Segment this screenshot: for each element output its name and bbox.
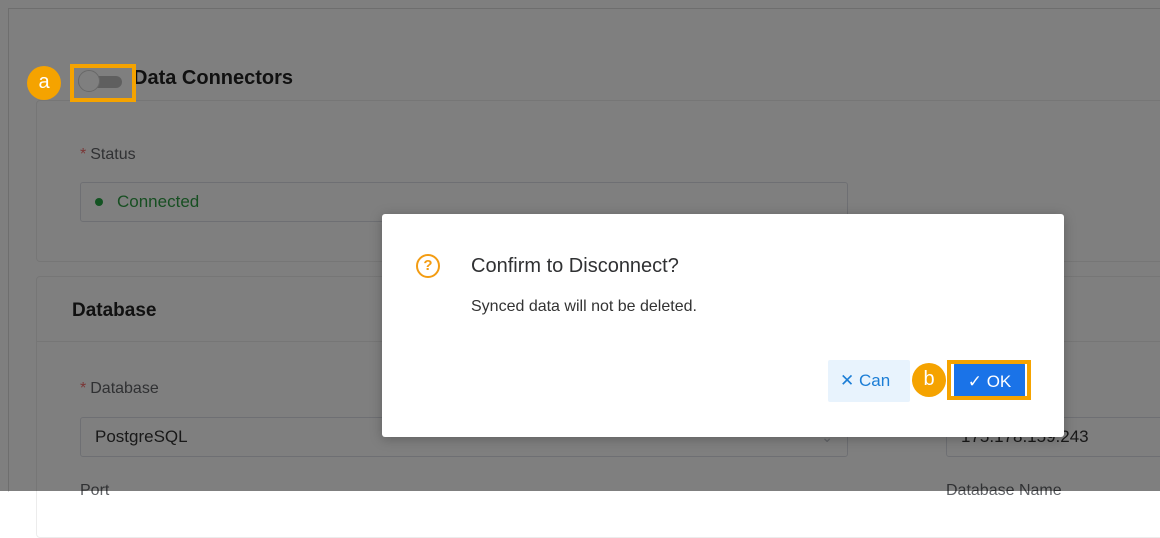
confirm-dialog: ? Confirm to Disconnect? Synced data wil… [382,214,1064,437]
cancel-button-label: Can [858,371,891,390]
dialog-title: Confirm to Disconnect? [471,255,679,277]
close-icon: ✕ [840,371,855,390]
annotation-highlight-toggle [70,64,136,102]
dialog-message: Synced data will not be deleted. [471,298,697,315]
annotation-highlight-ok [947,360,1031,400]
annotation-marker-a: a [27,66,61,100]
question-circle-icon: ? [416,254,440,278]
annotation-marker-b: b [912,363,946,397]
cancel-button[interactable]: ✕ Can [828,360,910,402]
